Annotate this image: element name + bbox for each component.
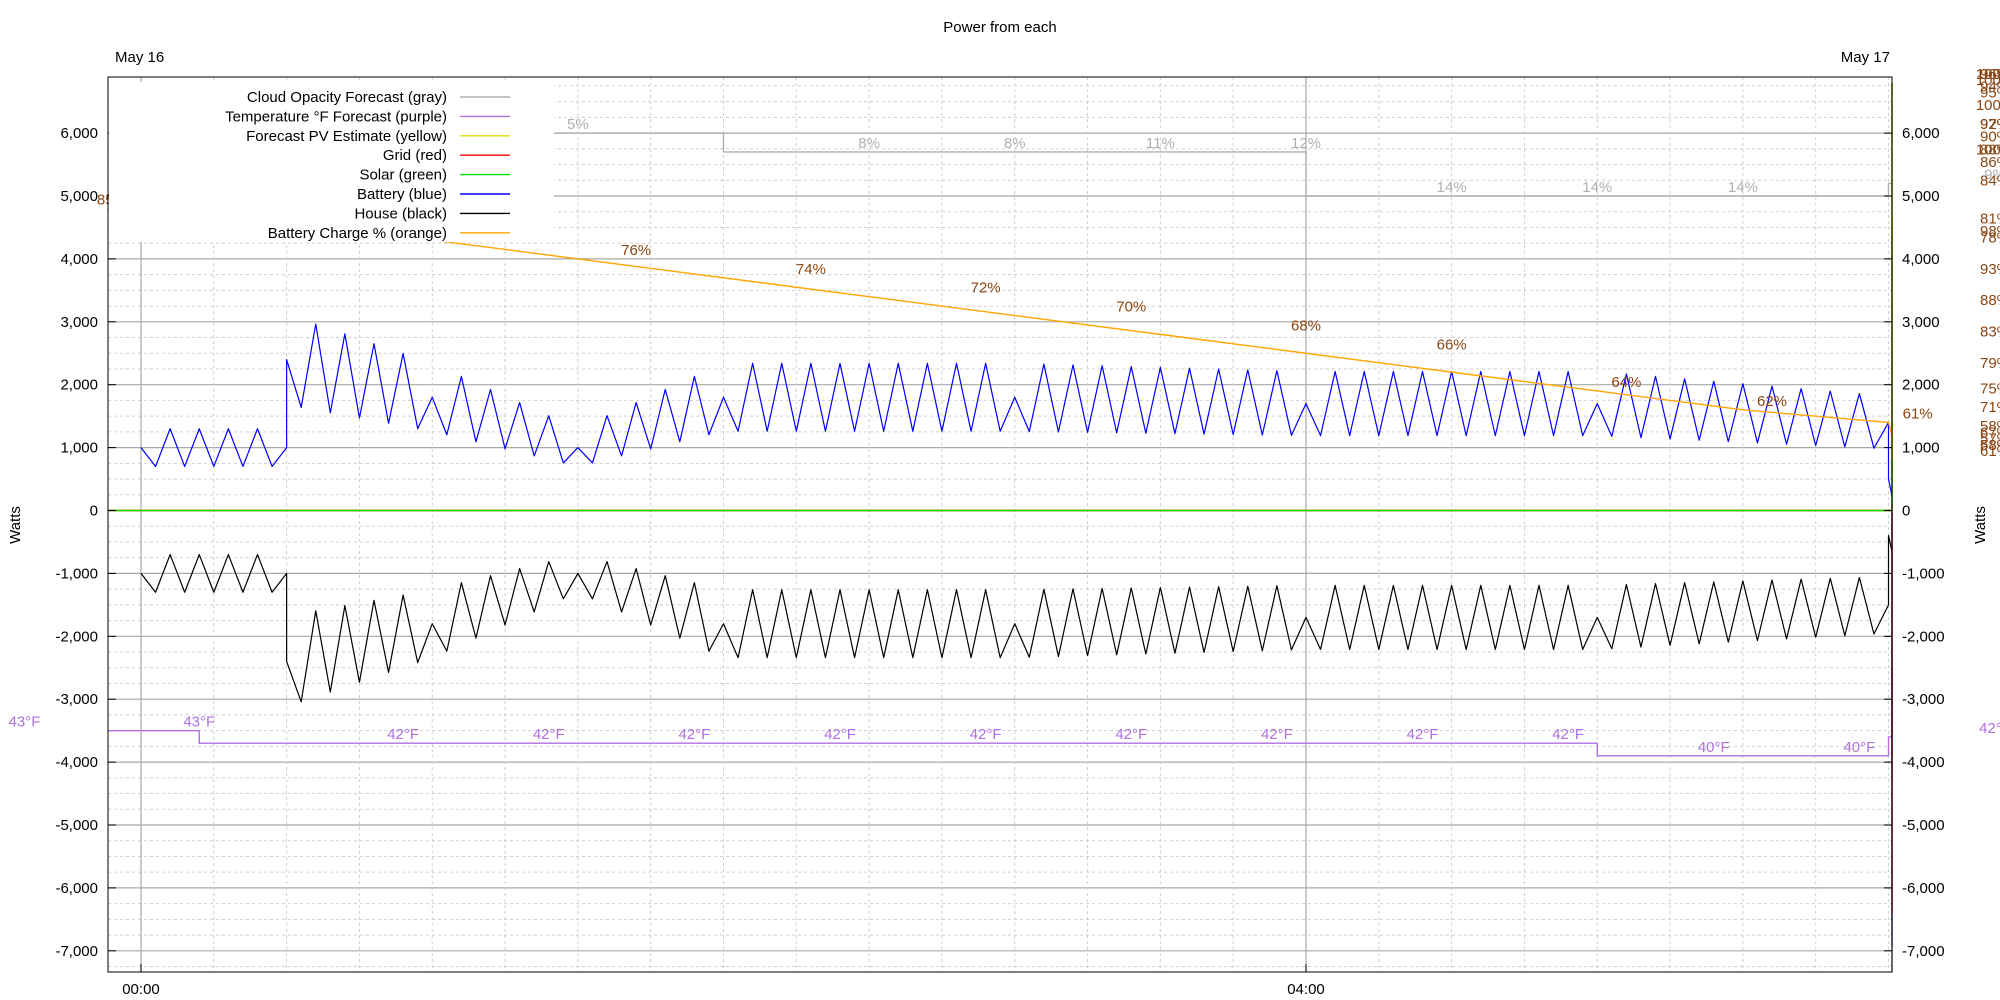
y-tick-label-left: -1,000 [55,565,98,582]
x-tick-label: 04:00 [1287,981,1325,998]
legend-entry-label: Temperature °F Forecast (purple) [225,108,447,125]
y-tick-label-right: 2,000 [1902,377,1940,394]
x-tick-label: 00:00 [122,981,160,998]
temperature-label: 43°F [9,714,41,731]
date-right-label: May 17 [1841,49,1890,66]
charge-label: 75% [1980,380,2000,397]
y-tick-label-left: 5,000 [60,188,98,205]
cloud-label: 11% [1146,135,1175,152]
charge-label: 79% [1980,355,2000,372]
y-tick-label-right: -5,000 [1902,817,1945,834]
y-tick-label-left: 2,000 [60,377,98,394]
charge-label: 93% [1980,261,2000,278]
charge-label: 88% [1980,292,2000,309]
y-tick-label-left: 4,000 [60,251,98,268]
temperature-label: 42°F [824,726,856,743]
charge-label: 84% [1980,173,2000,190]
charge-label: 71% [1980,399,2000,416]
charge-label: 78% [1980,229,2000,246]
temperature-label: 42°F [1552,726,1584,743]
legend-entry-label: Cloud Opacity Forecast (gray) [247,89,447,106]
y-tick-label-left: -6,000 [55,880,98,897]
y-axis-label-left: Watts [7,506,24,544]
y-axis-label-right: Watts [1972,506,1989,544]
charge-label: 62% [1757,393,1787,410]
legend-entry-label: Forecast PV Estimate (yellow) [246,128,447,145]
temperature-label: 42°F [678,726,710,743]
charge-label: 64% [1611,374,1641,391]
cloud-label: 5% [567,116,589,133]
temperature-label: 43°F [183,714,215,731]
temperature-label: 42°F [1261,726,1293,743]
legend-entry-label: Battery (blue) [357,186,447,203]
legend-entry-label: Grid (red) [383,147,447,164]
temperature-label: 40°F [1698,739,1730,756]
legend: Cloud Opacity Forecast (gray) Temperature… [109,82,554,242]
cloud-label: 8% [1004,135,1026,152]
y-tick-label-left: 3,000 [60,314,98,331]
charge-label: 66% [1437,336,1467,353]
y-tick-label-right: -6,000 [1902,880,1945,897]
y-tick-label-right: 3,000 [1902,314,1940,331]
date-left-label: May 16 [115,49,164,66]
charge-label: 83% [1980,324,2000,341]
charge-label: 67% [1980,424,2000,441]
temperature-label: 42°F [1979,720,2000,737]
legend-background [109,82,554,242]
y-tick-label-left: -7,000 [55,943,98,960]
charge-label: 81% [1980,210,2000,227]
charge-label: 68% [1291,317,1321,334]
temperature-label: 42°F [1115,726,1147,743]
charge-label: 61% [1903,405,1933,422]
y-tick-label-left: -2,000 [55,628,98,645]
temperature-label: 42°F [1407,726,1439,743]
y-tick-label-left: 0 [90,503,98,520]
charge-label: 70% [1116,299,1146,316]
legend-entry-label: House (black) [354,205,447,222]
power-chart: 5%5%5%5%8%8%11%12%14%14%14%9%43°F43°F42°… [0,0,2000,1000]
y-tick-label-right: -7,000 [1902,943,1945,960]
charge-label: 100% [1976,97,2000,114]
temperature-label: 40°F [1843,739,1875,756]
cloud-label: 14% [1437,179,1467,196]
temperature-label: 42°F [970,726,1002,743]
charge-label: 76% [621,242,651,259]
y-tick-label-left: -4,000 [55,754,98,771]
y-tick-label-right: -1,000 [1902,565,1945,582]
y-tick-label-left: 6,000 [60,125,98,142]
y-tick-label-left: -5,000 [55,817,98,834]
y-tick-label-right: 4,000 [1902,251,1940,268]
y-tick-label-right: -4,000 [1902,754,1945,771]
y-tick-label-right: 6,000 [1902,125,1940,142]
charge-label: 86% [1980,154,2000,171]
y-tick-label-right: -3,000 [1902,691,1945,708]
cloud-label: 14% [1728,179,1758,196]
legend-entry-label: Solar (green) [359,167,447,184]
legend-entry-label: Battery Charge % (orange) [268,225,447,242]
temperature-label: 42°F [533,726,565,743]
charge-label: 94% [1980,78,2000,95]
y-tick-label-right: 0 [1902,503,1910,520]
charge-label: 74% [796,261,826,278]
y-tick-label-right: 5,000 [1902,188,1940,205]
y-tick-label-left: 1,000 [60,440,98,457]
y-tick-label-right: -2,000 [1902,628,1945,645]
y-tick-label-right: 1,000 [1902,440,1940,457]
temperature-label: 42°F [387,726,419,743]
y-tick-label-left: -3,000 [55,691,98,708]
chart-title: Power from each [943,19,1056,36]
cloud-label: 12% [1291,135,1321,152]
charge-label: 72% [971,280,1001,297]
cloud-label: 8% [858,135,880,152]
cloud-label: 14% [1582,179,1612,196]
